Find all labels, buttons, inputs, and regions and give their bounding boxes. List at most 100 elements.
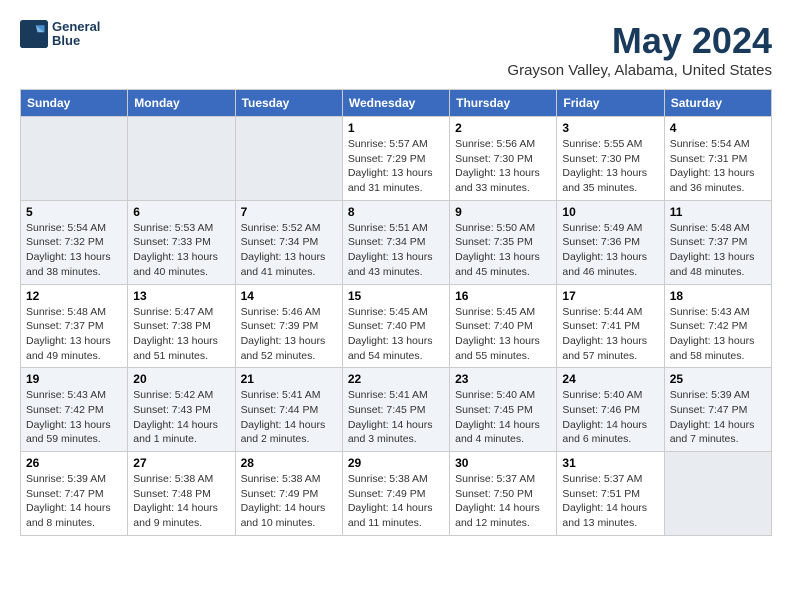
calendar-cell: 2Sunrise: 5:56 AM Sunset: 7:30 PM Daylig… <box>450 117 557 201</box>
calendar-cell: 4 Sunrise: 5:54 AM Sunset: 7:31 PM Daylig… <box>664 117 771 201</box>
subtitle: Grayson Valley, Alabama, United States <box>507 62 772 79</box>
header-cell-tuesday: Tuesday <box>235 90 342 117</box>
header-cell-saturday: Saturday <box>664 90 771 117</box>
day-number: 24 <box>562 372 658 386</box>
header-cell-thursday: Thursday <box>450 90 557 117</box>
day-info: Sunrise: 5:38 AM Sunset: 7:48 PM Dayligh… <box>133 472 229 531</box>
day-number: 9 <box>455 205 551 219</box>
calendar-cell: 22 Sunrise: 5:41 AM Sunset: 7:45 PM Dayli… <box>342 368 449 452</box>
day-info: Sunrise: 5:43 AM Sunset: 7:42 PM Dayligh… <box>670 305 766 364</box>
calendar-cell: 24 Sunrise: 5:40 AM Sunset: 7:46 PM Dayli… <box>557 368 664 452</box>
day-info: Sunrise: 5:39 AM Sunset: 7:47 PM Dayligh… <box>26 472 122 531</box>
day-number: 1 <box>348 121 444 135</box>
day-info: Sunrise: 5:48 AM Sunset: 7:37 PM Dayligh… <box>26 305 122 364</box>
day-number: 30 <box>455 456 551 470</box>
day-info: Sunrise: 5:54 AM Sunset: 7:32 PM Dayligh… <box>26 221 122 280</box>
day-info: Sunrise: 5:48 AM Sunset: 7:37 PM Dayligh… <box>670 221 766 280</box>
calendar-table: SundayMondayTuesdayWednesdayThursdayFrid… <box>20 89 772 536</box>
day-info: Sunrise: 5:46 AM Sunset: 7:39 PM Dayligh… <box>241 305 337 364</box>
day-number: 3 <box>562 121 658 135</box>
calendar-cell: 10Sunrise: 5:49 AM Sunset: 7:36 PM Dayli… <box>557 200 664 284</box>
day-info: Sunrise: 5:37 AM Sunset: 7:51 PM Dayligh… <box>562 472 658 531</box>
day-info: Sunrise: 5:47 AM Sunset: 7:38 PM Dayligh… <box>133 305 229 364</box>
day-number: 27 <box>133 456 229 470</box>
day-number: 6 <box>133 205 229 219</box>
day-info: Sunrise: 5:41 AM Sunset: 7:44 PM Dayligh… <box>241 388 337 447</box>
day-number: 28 <box>241 456 337 470</box>
calendar-cell <box>21 117 128 201</box>
day-number: 26 <box>26 456 122 470</box>
calendar-cell: 26 Sunrise: 5:39 AM Sunset: 7:47 PM Dayli… <box>21 452 128 536</box>
calendar-cell: 27 Sunrise: 5:38 AM Sunset: 7:48 PM Dayli… <box>128 452 235 536</box>
day-info: Sunrise: 5:45 AM Sunset: 7:40 PM Dayligh… <box>455 305 551 364</box>
day-info: Sunrise: 5:41 AM Sunset: 7:45 PM Dayligh… <box>348 388 444 447</box>
header-cell-friday: Friday <box>557 90 664 117</box>
day-number: 14 <box>241 289 337 303</box>
calendar-cell: 3 Sunrise: 5:55 AM Sunset: 7:30 PM Daylig… <box>557 117 664 201</box>
day-info: Sunrise: 5:43 AM Sunset: 7:42 PM Dayligh… <box>26 388 122 447</box>
day-info: Sunrise: 5:38 AM Sunset: 7:49 PM Dayligh… <box>241 472 337 531</box>
calendar-cell: 6 Sunrise: 5:53 AM Sunset: 7:33 PM Daylig… <box>128 200 235 284</box>
calendar-cell: 11 Sunrise: 5:48 AM Sunset: 7:37 PM Dayli… <box>664 200 771 284</box>
calendar-cell: 29 Sunrise: 5:38 AM Sunset: 7:49 PM Dayli… <box>342 452 449 536</box>
day-info: Sunrise: 5:57 AM Sunset: 7:29 PM Dayligh… <box>348 137 444 196</box>
day-number: 4 <box>670 121 766 135</box>
calendar-cell: 19 Sunrise: 5:43 AM Sunset: 7:42 PM Dayli… <box>21 368 128 452</box>
week-row-1: 1 Sunrise: 5:57 AM Sunset: 7:29 PM Daylig… <box>21 117 772 201</box>
calendar-cell: 28 Sunrise: 5:38 AM Sunset: 7:49 PM Dayli… <box>235 452 342 536</box>
day-info: Sunrise: 5:45 AM Sunset: 7:40 PM Dayligh… <box>348 305 444 364</box>
page-header: General Blue May 2024 Grayson Valley, Al… <box>20 20 772 79</box>
header-row: SundayMondayTuesdayWednesdayThursdayFrid… <box>21 90 772 117</box>
day-number: 22 <box>348 372 444 386</box>
day-number: 23 <box>455 372 551 386</box>
day-number: 31 <box>562 456 658 470</box>
day-number: 11 <box>670 205 766 219</box>
day-info: Sunrise: 5:53 AM Sunset: 7:33 PM Dayligh… <box>133 221 229 280</box>
calendar-cell: 12 Sunrise: 5:48 AM Sunset: 7:37 PM Dayli… <box>21 284 128 368</box>
logo-text: General Blue <box>52 20 100 49</box>
calendar-cell: 20Sunrise: 5:42 AM Sunset: 7:43 PM Dayli… <box>128 368 235 452</box>
day-number: 10 <box>562 205 658 219</box>
week-row-2: 5 Sunrise: 5:54 AM Sunset: 7:32 PM Daylig… <box>21 200 772 284</box>
calendar-cell: 16Sunrise: 5:45 AM Sunset: 7:40 PM Dayli… <box>450 284 557 368</box>
day-number: 21 <box>241 372 337 386</box>
day-number: 20 <box>133 372 229 386</box>
calendar-cell <box>128 117 235 201</box>
day-info: Sunrise: 5:51 AM Sunset: 7:34 PM Dayligh… <box>348 221 444 280</box>
day-number: 17 <box>562 289 658 303</box>
day-info: Sunrise: 5:39 AM Sunset: 7:47 PM Dayligh… <box>670 388 766 447</box>
logo-line1: General <box>52 20 100 34</box>
day-number: 7 <box>241 205 337 219</box>
calendar-cell: 25Sunrise: 5:39 AM Sunset: 7:47 PM Dayli… <box>664 368 771 452</box>
main-title: May 2024 <box>507 20 772 62</box>
calendar-cell: 15Sunrise: 5:45 AM Sunset: 7:40 PM Dayli… <box>342 284 449 368</box>
day-info: Sunrise: 5:50 AM Sunset: 7:35 PM Dayligh… <box>455 221 551 280</box>
logo-icon <box>20 20 48 48</box>
day-number: 29 <box>348 456 444 470</box>
title-block: May 2024 Grayson Valley, Alabama, United… <box>507 20 772 79</box>
calendar-cell: 30Sunrise: 5:37 AM Sunset: 7:50 PM Dayli… <box>450 452 557 536</box>
calendar-cell: 18 Sunrise: 5:43 AM Sunset: 7:42 PM Dayli… <box>664 284 771 368</box>
day-number: 18 <box>670 289 766 303</box>
calendar-cell: 1 Sunrise: 5:57 AM Sunset: 7:29 PM Daylig… <box>342 117 449 201</box>
day-number: 5 <box>26 205 122 219</box>
calendar-cell <box>664 452 771 536</box>
day-number: 2 <box>455 121 551 135</box>
day-info: Sunrise: 5:54 AM Sunset: 7:31 PM Dayligh… <box>670 137 766 196</box>
header-cell-wednesday: Wednesday <box>342 90 449 117</box>
header-cell-sunday: Sunday <box>21 90 128 117</box>
day-info: Sunrise: 5:40 AM Sunset: 7:45 PM Dayligh… <box>455 388 551 447</box>
calendar-cell: 31 Sunrise: 5:37 AM Sunset: 7:51 PM Dayli… <box>557 452 664 536</box>
calendar-cell: 21 Sunrise: 5:41 AM Sunset: 7:44 PM Dayli… <box>235 368 342 452</box>
day-number: 12 <box>26 289 122 303</box>
day-info: Sunrise: 5:44 AM Sunset: 7:41 PM Dayligh… <box>562 305 658 364</box>
logo: General Blue <box>20 20 100 49</box>
calendar-cell: 8Sunrise: 5:51 AM Sunset: 7:34 PM Daylig… <box>342 200 449 284</box>
calendar-cell: 9 Sunrise: 5:50 AM Sunset: 7:35 PM Daylig… <box>450 200 557 284</box>
day-info: Sunrise: 5:40 AM Sunset: 7:46 PM Dayligh… <box>562 388 658 447</box>
day-info: Sunrise: 5:38 AM Sunset: 7:49 PM Dayligh… <box>348 472 444 531</box>
day-number: 19 <box>26 372 122 386</box>
calendar-cell: 5 Sunrise: 5:54 AM Sunset: 7:32 PM Daylig… <box>21 200 128 284</box>
day-info: Sunrise: 5:55 AM Sunset: 7:30 PM Dayligh… <box>562 137 658 196</box>
week-row-5: 26 Sunrise: 5:39 AM Sunset: 7:47 PM Dayli… <box>21 452 772 536</box>
